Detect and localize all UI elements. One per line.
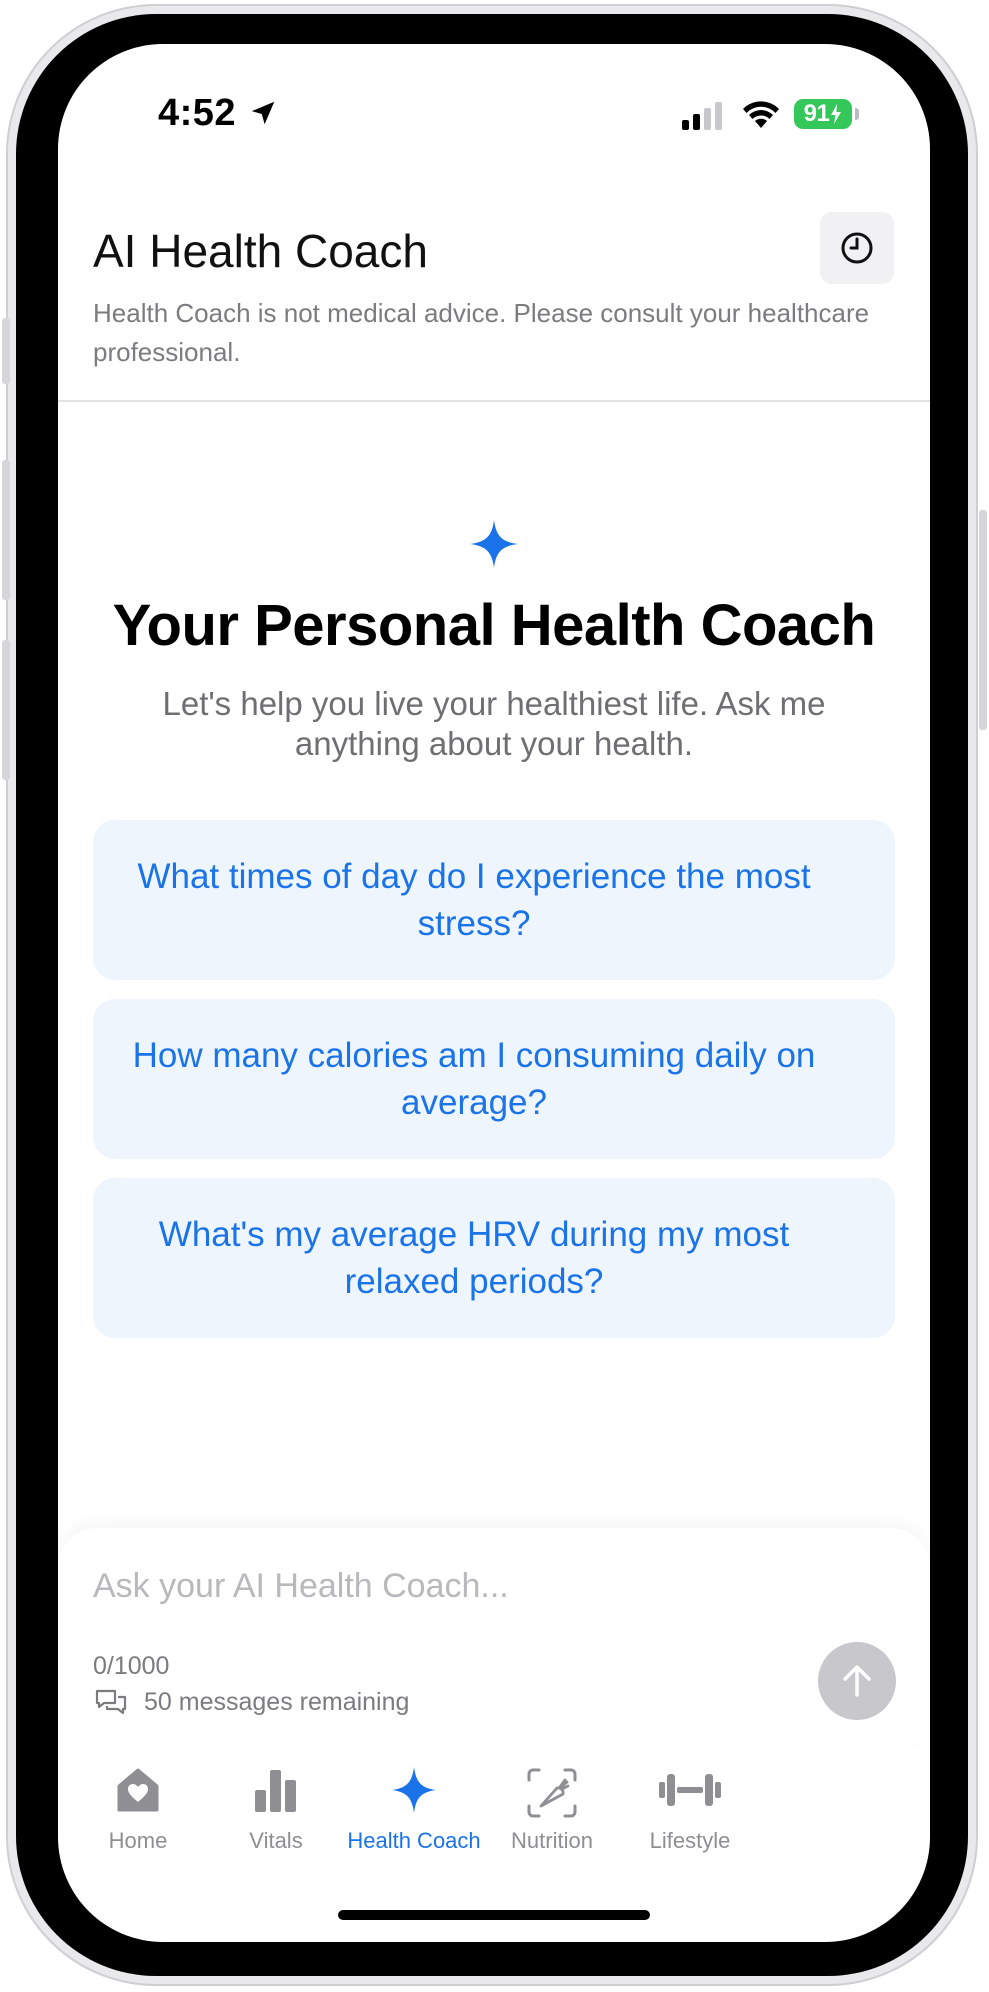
volume-down-button [2, 640, 10, 780]
suggestion-card[interactable]: What times of day do I experience the mo… [93, 820, 895, 980]
volume-up-button [2, 460, 10, 600]
chat-bubbles-icon [95, 1689, 127, 1715]
hero-subtitle: Let's help you live your healthiest life… [162, 685, 826, 762]
tab-label: Nutrition [511, 1828, 593, 1853]
send-button[interactable] [818, 1642, 896, 1720]
tab-home[interactable]: Home [58, 1766, 218, 1866]
tab-vitals[interactable]: Vitals [196, 1766, 356, 1866]
arrow-up-icon [843, 1665, 871, 1697]
app-screen: 4:52 91 AI Health Coach Health Coach is … [58, 44, 930, 1942]
power-button [979, 510, 987, 730]
cellular-signal-icon [682, 102, 722, 130]
action-button [2, 318, 10, 384]
location-arrow-icon [251, 101, 275, 125]
history-button[interactable] [820, 212, 894, 284]
tab-label: Home [108, 1828, 168, 1853]
page-title: AI Health Coach [93, 225, 428, 277]
tab-health-coach[interactable]: Health Coach [334, 1766, 494, 1866]
tab-label: Health Coach [347, 1828, 481, 1853]
carrot-icon [527, 1768, 577, 1818]
suggestion-text: What's my average HRV during my most rel… [158, 1215, 790, 1301]
suggestion-text: How many calories am I consuming daily o… [132, 1036, 816, 1122]
suggestion-card[interactable]: How many calories am I consuming daily o… [93, 999, 895, 1159]
wifi-icon [743, 101, 779, 128]
battery-level: 91 [803, 100, 830, 127]
house-heart-icon [117, 1768, 159, 1812]
battery-indicator: 91 [794, 99, 852, 129]
tab-label: Lifestyle [649, 1828, 731, 1853]
tab-label: Vitals [249, 1828, 303, 1853]
charging-bolt-icon [831, 104, 842, 124]
messages-remaining: 50 messages remaining [144, 1688, 410, 1716]
clock-icon [841, 232, 873, 264]
bar-chart-icon [255, 1770, 296, 1812]
suggestion-card[interactable]: What's my average HRV during my most rel… [93, 1178, 895, 1338]
disclaimer-text: Health Coach is not medical advice. Plea… [93, 298, 870, 367]
home-indicator [338, 1910, 650, 1920]
hero-title: Your Personal Health Coach [112, 593, 876, 658]
chat-input[interactable] [93, 1556, 793, 1616]
dumbbell-icon [659, 1774, 721, 1806]
tab-lifestyle[interactable]: Lifestyle [610, 1766, 770, 1866]
character-count: 0/1000 [93, 1652, 170, 1680]
status-time: 4:52 [158, 92, 237, 134]
header-divider [58, 400, 930, 402]
battery-tip [855, 108, 859, 120]
sparkle-icon [470, 520, 518, 568]
suggestion-text: What times of day do I experience the mo… [137, 857, 811, 943]
tab-nutrition[interactable]: Nutrition [472, 1766, 632, 1866]
sparkle-icon [392, 1767, 436, 1813]
